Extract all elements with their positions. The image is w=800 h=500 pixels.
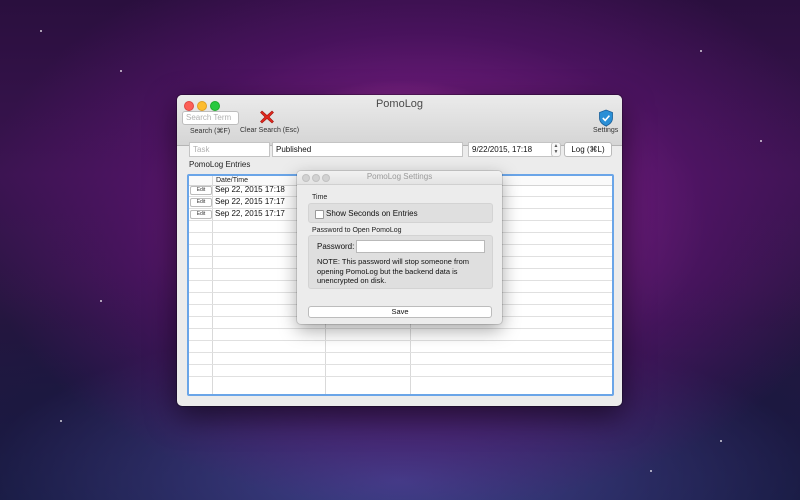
task-input[interactable]: Task	[189, 142, 270, 157]
dialog-titlebar: PomoLog Settings	[297, 171, 502, 185]
row-datetime: Sep 22, 2015 17:17	[215, 209, 285, 218]
show-seconds-label[interactable]: Show Seconds on Entries	[326, 209, 418, 218]
row-divider	[189, 352, 612, 353]
edit-button[interactable]: Edit	[190, 198, 212, 207]
password-label: Password:	[317, 242, 355, 251]
save-button[interactable]: Save	[308, 306, 492, 318]
edit-button[interactable]: Edit	[190, 210, 212, 219]
settings-dialog: PomoLog Settings Time Show Seconds on En…	[297, 171, 502, 324]
window-title: PomoLog	[375, 98, 424, 110]
date-time-field[interactable]: 9/22/2015, 17:18	[468, 142, 553, 157]
task-value-field[interactable]: Published	[272, 142, 463, 157]
password-group: Password: NOTE: This password will stop …	[308, 235, 493, 289]
row-datetime: Sep 22, 2015 17:18	[215, 185, 285, 194]
password-section-label: Password to Open PomoLog	[312, 227, 402, 234]
stepper-down-icon[interactable]: ▼	[553, 149, 559, 155]
dialog-title: PomoLog Settings	[366, 172, 433, 181]
clear-search-icon[interactable]	[259, 109, 275, 125]
window-toolbar: PomoLog Search Term Search (⌘F) Clear Se…	[177, 95, 622, 146]
log-button[interactable]: Log (⌘L)	[564, 142, 612, 157]
entries-title: PomoLog Entries	[189, 160, 251, 169]
row-divider	[189, 328, 612, 329]
settings-label: Settings	[593, 127, 619, 134]
search-label: Search (⌘F)	[190, 128, 231, 135]
edit-button[interactable]: Edit	[190, 186, 212, 195]
show-seconds-checkbox[interactable]	[315, 210, 324, 219]
date-stepper[interactable]: ▲ ▼	[551, 142, 561, 157]
column-header-datetime[interactable]: Date/Time	[216, 176, 248, 185]
row-divider	[189, 340, 612, 341]
time-section-label: Time	[312, 194, 328, 201]
row-datetime: Sep 22, 2015 17:17	[215, 197, 285, 206]
row-divider	[189, 376, 612, 377]
row-divider	[189, 364, 612, 365]
password-note: NOTE: This password will stop someone fr…	[317, 257, 469, 285]
search-input[interactable]: Search Term	[182, 111, 239, 125]
clear-search-label: Clear Search (Esc)	[240, 127, 300, 134]
time-group: Show Seconds on Entries	[308, 203, 493, 223]
password-input[interactable]	[356, 240, 485, 253]
shield-icon[interactable]	[598, 109, 614, 127]
